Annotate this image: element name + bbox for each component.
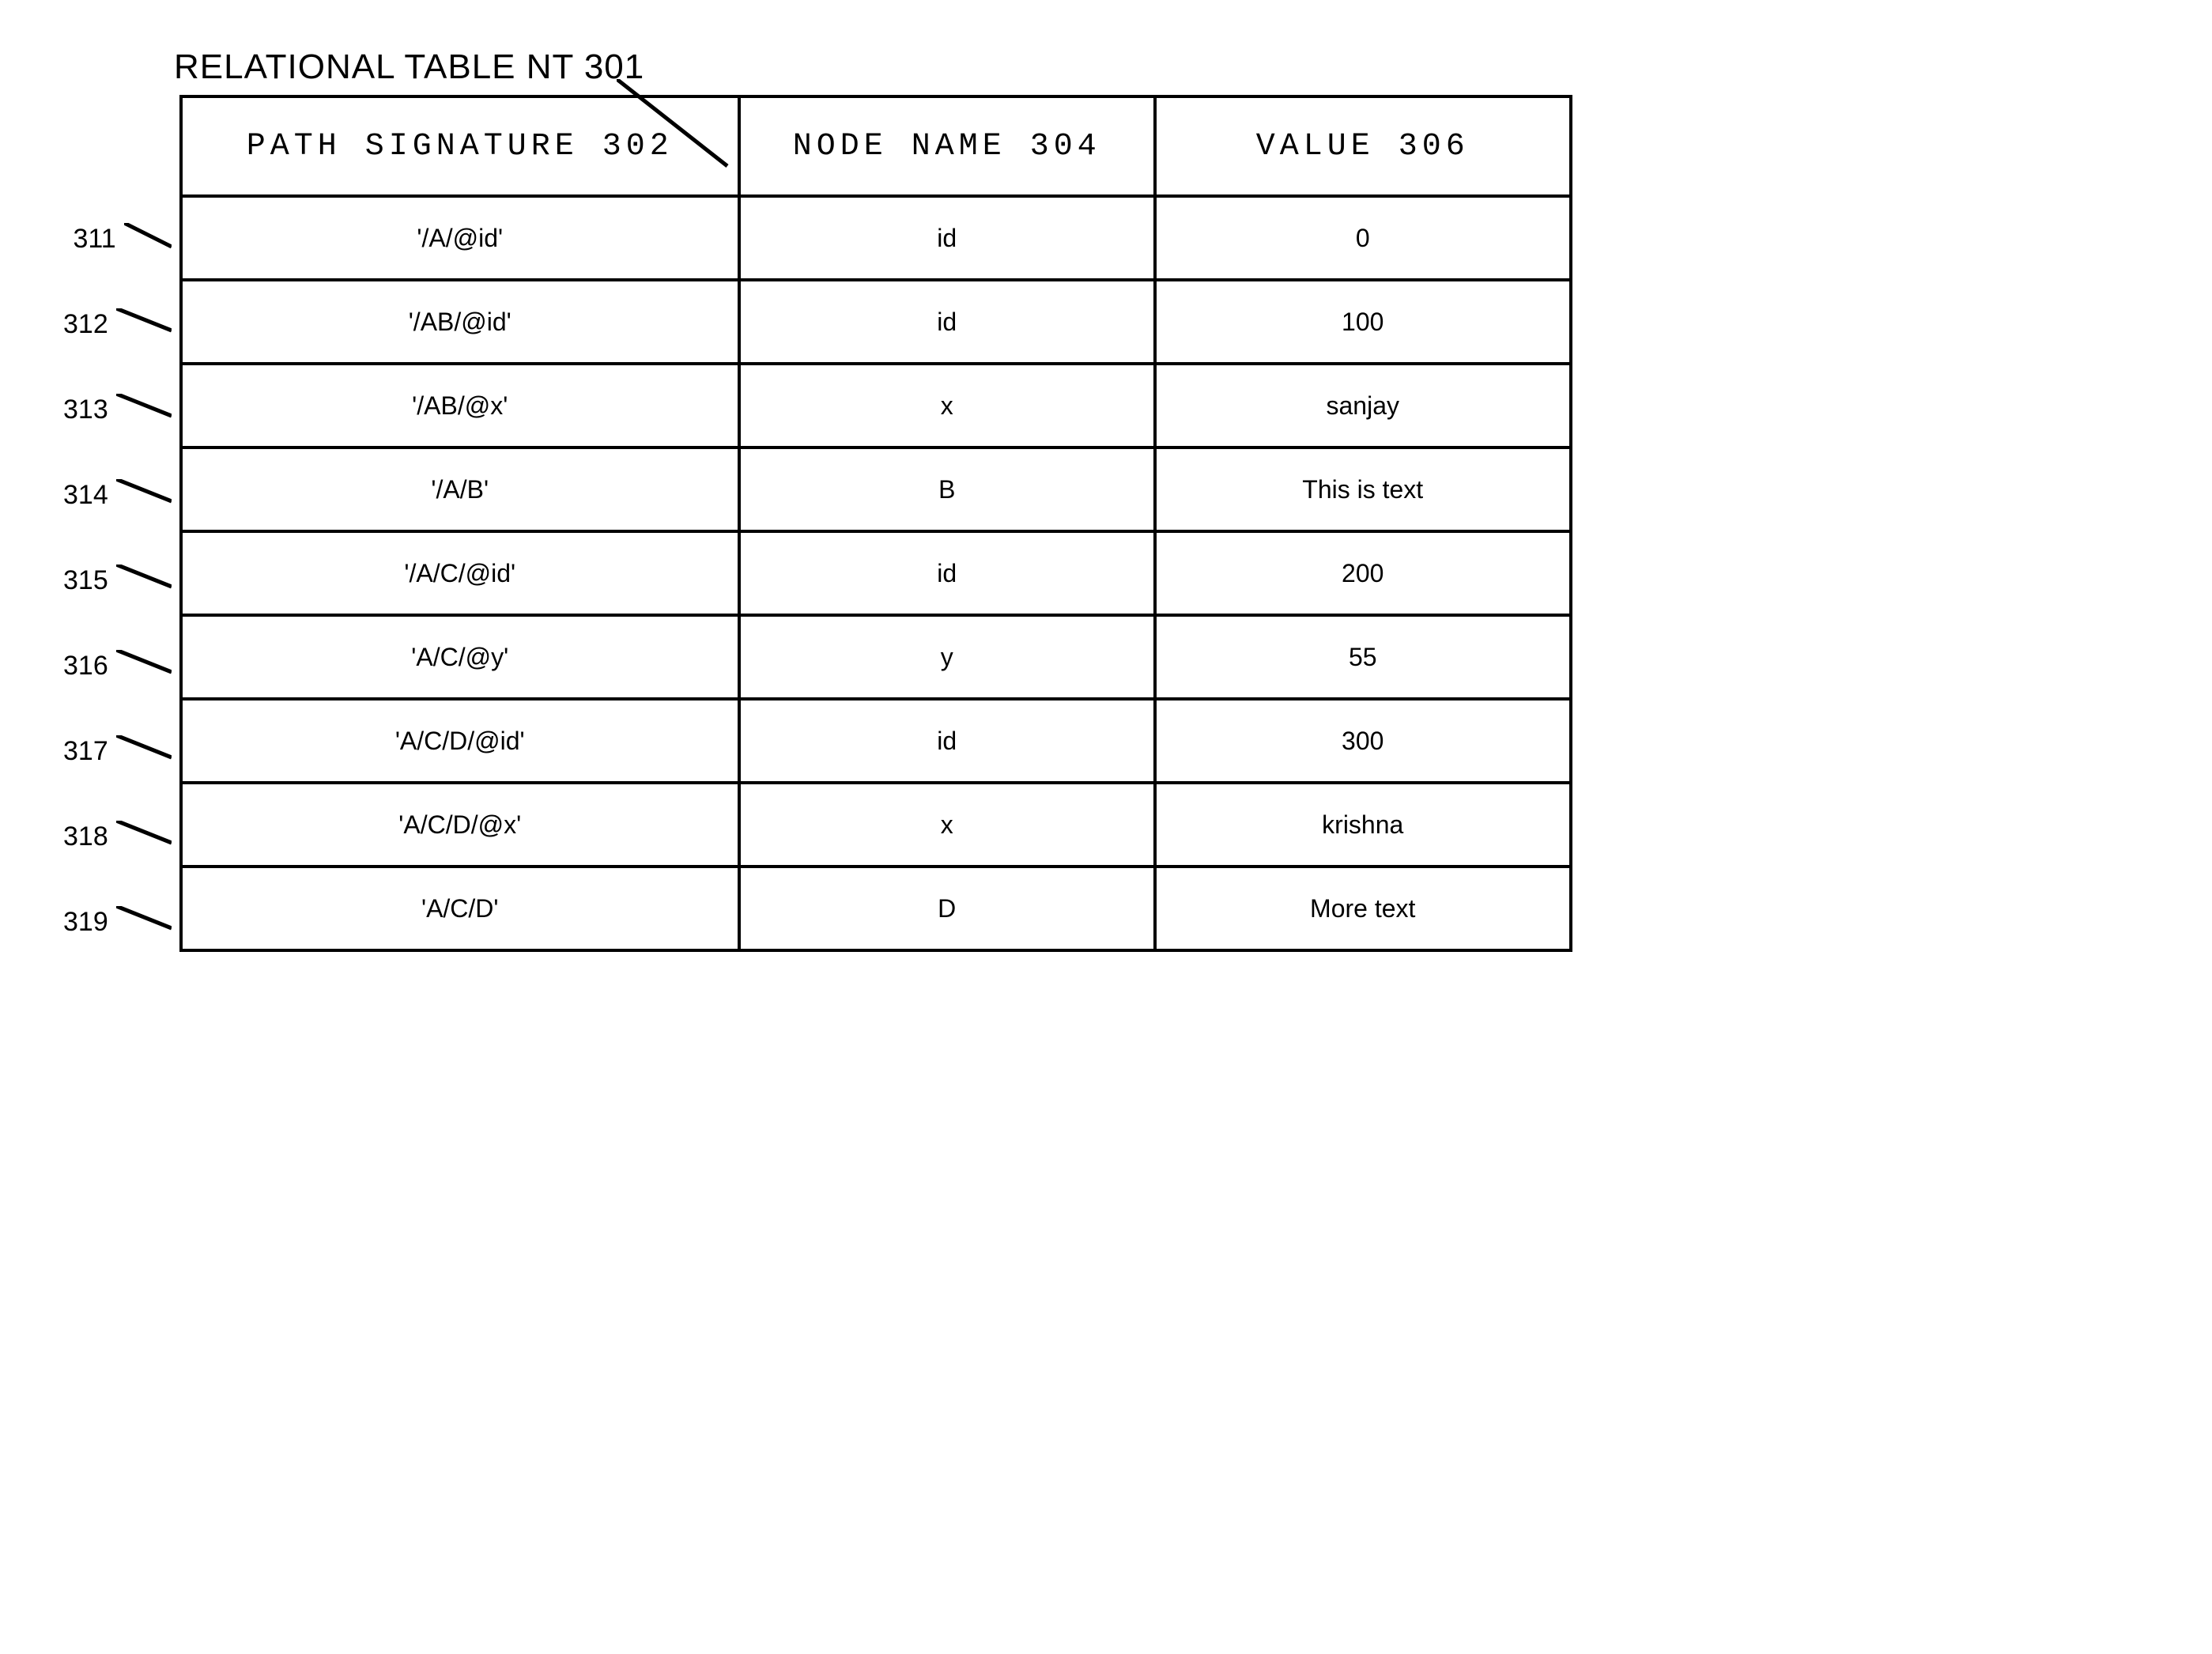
leader-line-icon (116, 650, 172, 682)
leader-line-icon (116, 565, 172, 596)
cell-path: 'A/C/D' (181, 867, 739, 950)
cell-path: 'A/C/D/@x' (181, 783, 739, 867)
leader-line-icon (116, 906, 172, 938)
relational-table: PATH SIGNATURE 302 NODE NAME 304 VALUE 3… (179, 95, 1572, 952)
leader-line-icon (124, 223, 172, 255)
table-row: 'A/C/D' D More text (181, 867, 1571, 950)
cell-path: '/A/B' (181, 447, 739, 531)
title-area: RELATIONAL TABLE NT 301 (174, 47, 2149, 87)
cell-value: sanjay (1155, 364, 1571, 447)
cell-value: 300 (1155, 699, 1571, 783)
table-row: 'A/C/@y' y 55 (181, 615, 1571, 699)
row-ref: 312 (63, 309, 108, 340)
row-ref: 311 (74, 224, 116, 255)
col-value-header: VALUE 306 (1155, 96, 1571, 196)
table-row: '/AB/@id' id 100 (181, 280, 1571, 364)
table-header-row: PATH SIGNATURE 302 NODE NAME 304 VALUE 3… (181, 96, 1571, 196)
cell-name: id (739, 531, 1155, 615)
cell-value: krishna (1155, 783, 1571, 867)
row-ref: 318 (63, 821, 108, 852)
row-label-318: 318 (63, 794, 172, 879)
cell-name: B (739, 447, 1155, 531)
cell-value: More text (1155, 867, 1571, 950)
row-ref: 314 (63, 480, 108, 511)
cell-value: 100 (1155, 280, 1571, 364)
row-labels: 311 312 313 314 315 316 (63, 95, 172, 965)
leader-line-icon (617, 79, 743, 174)
row-label-311: 311 (63, 196, 172, 281)
table-row: '/AB/@x' x sanjay (181, 364, 1571, 447)
row-label-316: 316 (63, 623, 172, 708)
diagram-title: RELATIONAL TABLE NT 301 (174, 47, 644, 86)
row-ref: 315 (63, 565, 108, 596)
row-ref: 313 (63, 395, 108, 425)
cell-name: x (739, 783, 1155, 867)
cell-name: D (739, 867, 1155, 950)
cell-path: '/AB/@id' (181, 280, 739, 364)
leader-line-icon (116, 821, 172, 852)
table-row: '/A/B' B This is text (181, 447, 1571, 531)
cell-name: id (739, 196, 1155, 280)
cell-path: '/A/C/@id' (181, 531, 739, 615)
row-label-314: 314 (63, 452, 172, 538)
table-wrap: 311 312 313 314 315 316 (63, 95, 2149, 965)
table-row: 'A/C/D/@x' x krishna (181, 783, 1571, 867)
cell-path: 'A/C/@y' (181, 615, 739, 699)
leader-line-icon (116, 394, 172, 425)
row-label-312: 312 (63, 281, 172, 367)
cell-name: x (739, 364, 1155, 447)
row-ref: 319 (63, 907, 108, 938)
cell-path: '/AB/@x' (181, 364, 739, 447)
cell-value: 200 (1155, 531, 1571, 615)
cell-value: This is text (1155, 447, 1571, 531)
row-ref: 316 (63, 651, 108, 682)
cell-path: '/A/@id' (181, 196, 739, 280)
leader-line-icon (116, 735, 172, 767)
cell-name: id (739, 699, 1155, 783)
col-name-header: NODE NAME 304 (739, 96, 1155, 196)
leader-line-icon (116, 479, 172, 511)
row-label-313: 313 (63, 367, 172, 452)
cell-name: id (739, 280, 1155, 364)
row-label-319: 319 (63, 879, 172, 965)
row-label-317: 317 (63, 708, 172, 794)
cell-name: y (739, 615, 1155, 699)
diagram-container: RELATIONAL TABLE NT 301 311 312 313 314 (63, 47, 2149, 965)
table-row: 'A/C/D/@id' id 300 (181, 699, 1571, 783)
table-row: '/A/C/@id' id 200 (181, 531, 1571, 615)
row-label-315: 315 (63, 538, 172, 623)
leader-line-icon (116, 308, 172, 340)
row-ref: 317 (63, 736, 108, 767)
cell-path: 'A/C/D/@id' (181, 699, 739, 783)
cell-value: 55 (1155, 615, 1571, 699)
cell-value: 0 (1155, 196, 1571, 280)
table-row: '/A/@id' id 0 (181, 196, 1571, 280)
